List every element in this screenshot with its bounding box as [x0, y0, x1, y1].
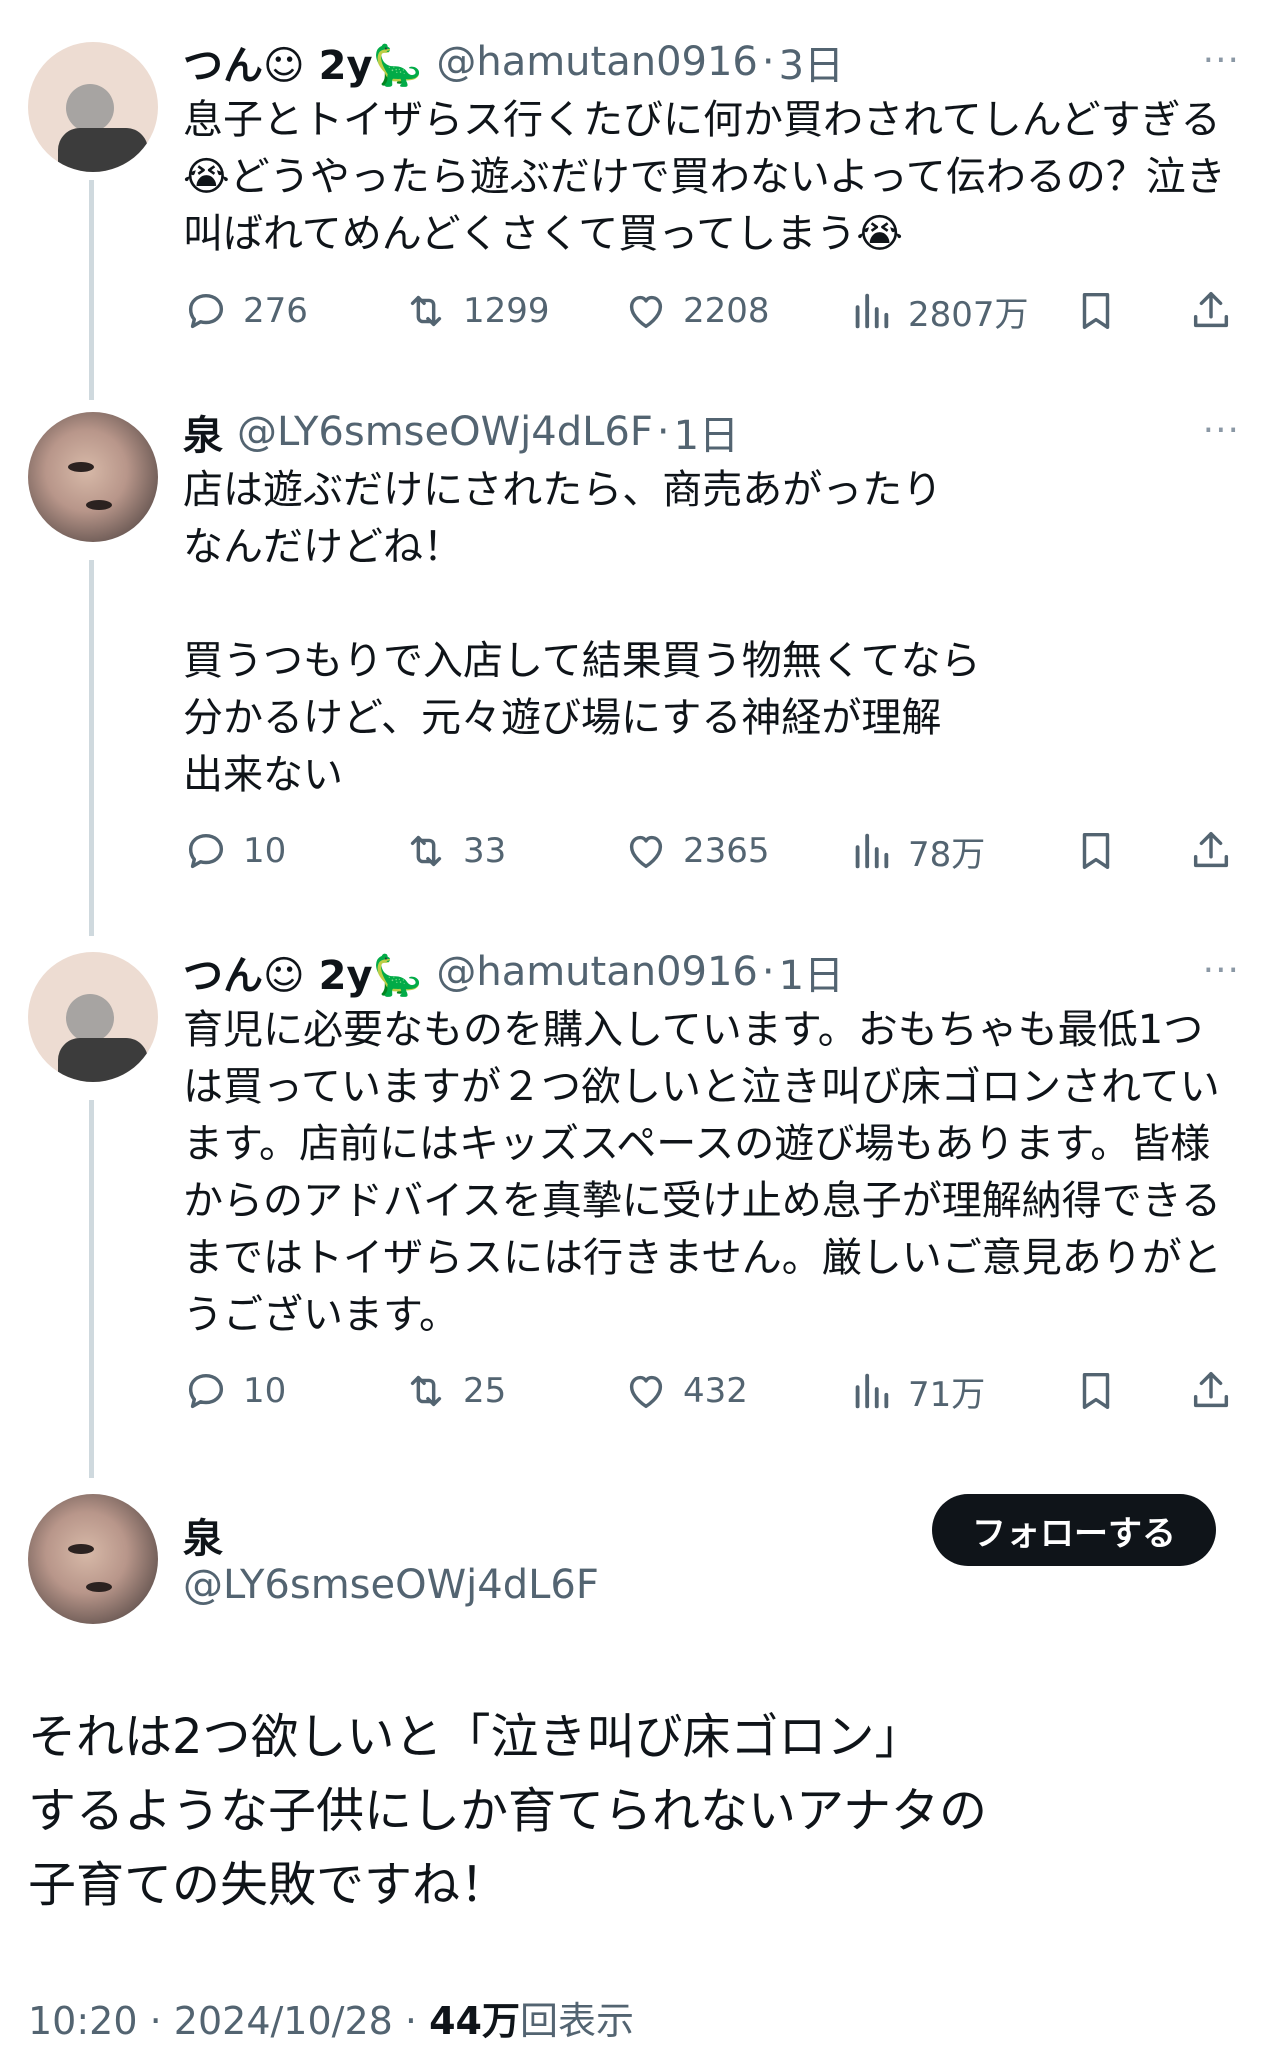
retweet-button[interactable]: 25	[403, 1366, 506, 1416]
share-button[interactable]	[1188, 1366, 1248, 1416]
reply-button[interactable]: 276	[183, 286, 308, 336]
avatar-figure	[66, 994, 114, 1042]
thread-line	[89, 1100, 94, 1478]
like-button[interactable]: 432	[623, 1366, 748, 1416]
avatar[interactable]	[28, 952, 158, 1082]
tweet-actions: 10 25 432 71万	[183, 1366, 1243, 1416]
views-button[interactable]: 71万	[848, 1366, 985, 1416]
tweet-header: 泉 @LY6smseOWj4dL6F · 1日	[183, 402, 739, 462]
like-button[interactable]: 2365	[623, 826, 770, 876]
tweet-header: つん☺ 2y🦕 @hamutan0916 · 1日	[183, 942, 844, 1002]
views-count: 2807万	[908, 294, 1029, 335]
thread-line	[89, 560, 94, 936]
bookmark-button[interactable]	[1073, 286, 1133, 336]
views-icon	[855, 833, 889, 869]
avatar-eye	[86, 500, 112, 510]
display-name[interactable]: 泉	[183, 403, 223, 461]
separator: ·	[761, 39, 775, 85]
avatar-eye	[68, 1544, 94, 1554]
tweet-actions: 276 1299 2208 2807万	[183, 286, 1243, 336]
avatar-figure	[58, 1038, 148, 1082]
follow-button[interactable]: フォローする	[932, 1494, 1216, 1566]
heart-icon	[629, 835, 663, 869]
timestamp[interactable]: 1日	[779, 943, 844, 1001]
tweet-date[interactable]: 2024/10/28	[174, 1999, 393, 2043]
timestamp[interactable]: 1日	[674, 403, 739, 461]
focus-display-name[interactable]: 泉	[183, 1506, 223, 1564]
reply-icon	[188, 833, 224, 869]
tweet-text: 育児に必要なものを購入しています。おもちゃも最低1つは買っていますが２つ欲しいと…	[183, 1007, 1222, 1338]
tweet-header: つん☺ 2y🦕 @hamutan0916 · 3日	[183, 32, 844, 92]
more-options-icon[interactable]: ···	[1203, 950, 1240, 991]
reply-count: 276	[243, 291, 308, 331]
user-handle[interactable]: @hamutan0916	[436, 949, 758, 995]
retweet-button[interactable]: 33	[403, 826, 506, 876]
retweet-count: 33	[463, 831, 507, 871]
retweet-button[interactable]: 1299	[403, 286, 550, 336]
avatar[interactable]	[28, 42, 158, 172]
views-button[interactable]: 2807万	[848, 286, 1029, 336]
display-name[interactable]: つん☺ 2y🦕	[183, 943, 422, 1001]
reply-icon	[188, 293, 224, 329]
avatar-figure	[66, 84, 114, 132]
view-count: 44万	[429, 1999, 520, 2043]
share-button[interactable]	[1188, 286, 1248, 336]
views-count: 71万	[908, 1374, 986, 1415]
like-count: 2365	[683, 831, 770, 871]
reply-button[interactable]: 10	[183, 826, 286, 876]
tweet-text: 息子とトイザらス行くたびに何か買わされてしんどすぎる😭どうやったら遊ぶだけで買わ…	[183, 97, 1226, 257]
views-icon	[855, 1373, 889, 1409]
retweet-count: 25	[463, 1371, 507, 1411]
bookmark-button[interactable]	[1073, 1366, 1133, 1416]
tweet-time[interactable]: 10:20	[28, 1999, 138, 2043]
retweet-icon	[410, 1375, 442, 1407]
bookmark-icon	[1082, 832, 1110, 870]
views-icon	[855, 293, 889, 329]
views-count: 78万	[908, 834, 986, 875]
bookmark-icon	[1082, 1372, 1110, 1410]
tweet-text: 店は遊ぶだけにされたら、商売あがったり なんだけどね！ 買うつもりで入店して結果…	[183, 467, 981, 798]
share-icon	[1193, 292, 1229, 328]
avatar-eye	[86, 1582, 112, 1592]
separator: ·	[761, 949, 775, 995]
avatar[interactable]	[28, 412, 158, 542]
display-name[interactable]: つん☺ 2y🦕	[183, 33, 422, 91]
avatar-figure	[58, 128, 148, 172]
separator: ·	[656, 409, 670, 455]
timestamp[interactable]: 3日	[779, 33, 844, 91]
separator: ·	[149, 1999, 162, 2043]
reply-icon	[188, 1373, 224, 1409]
share-icon	[1193, 1372, 1229, 1408]
focus-tweet-text: それは2つ欲しいと「泣き叫び床ゴロン」 するような子供にしか育てられないアナタの…	[28, 1709, 988, 1913]
tweet-actions: 10 33 2365 78万	[183, 826, 1243, 876]
share-icon	[1193, 832, 1229, 868]
focus-user-handle[interactable]: @LY6smseOWj4dL6F	[183, 1562, 599, 1608]
tweet-meta: 10:20 · 2024/10/28 · 44万回表示	[28, 1990, 634, 2045]
like-button[interactable]: 2208	[623, 286, 770, 336]
separator: ·	[404, 1999, 418, 2043]
reply-count: 10	[243, 831, 287, 871]
more-options-icon[interactable]: ···	[1203, 40, 1240, 81]
bookmark-icon	[1082, 292, 1110, 330]
like-count: 432	[683, 1371, 748, 1411]
view-count-suffix: 回表示	[520, 1999, 635, 2043]
retweet-count: 1299	[463, 291, 550, 331]
avatar[interactable]	[28, 1494, 158, 1624]
more-options-icon[interactable]: ···	[1203, 410, 1240, 451]
avatar-eye	[68, 462, 94, 472]
thread-line	[89, 180, 94, 400]
like-count: 2208	[683, 291, 770, 331]
heart-icon	[629, 295, 663, 329]
views-button[interactable]: 78万	[848, 826, 985, 876]
retweet-icon	[410, 835, 442, 867]
retweet-icon	[410, 295, 442, 327]
user-handle[interactable]: @LY6smseOWj4dL6F	[237, 409, 653, 455]
reply-button[interactable]: 10	[183, 1366, 286, 1416]
reply-count: 10	[243, 1371, 287, 1411]
user-handle[interactable]: @hamutan0916	[436, 39, 758, 85]
bookmark-button[interactable]	[1073, 826, 1133, 876]
heart-icon	[629, 1375, 663, 1409]
share-button[interactable]	[1188, 826, 1248, 876]
